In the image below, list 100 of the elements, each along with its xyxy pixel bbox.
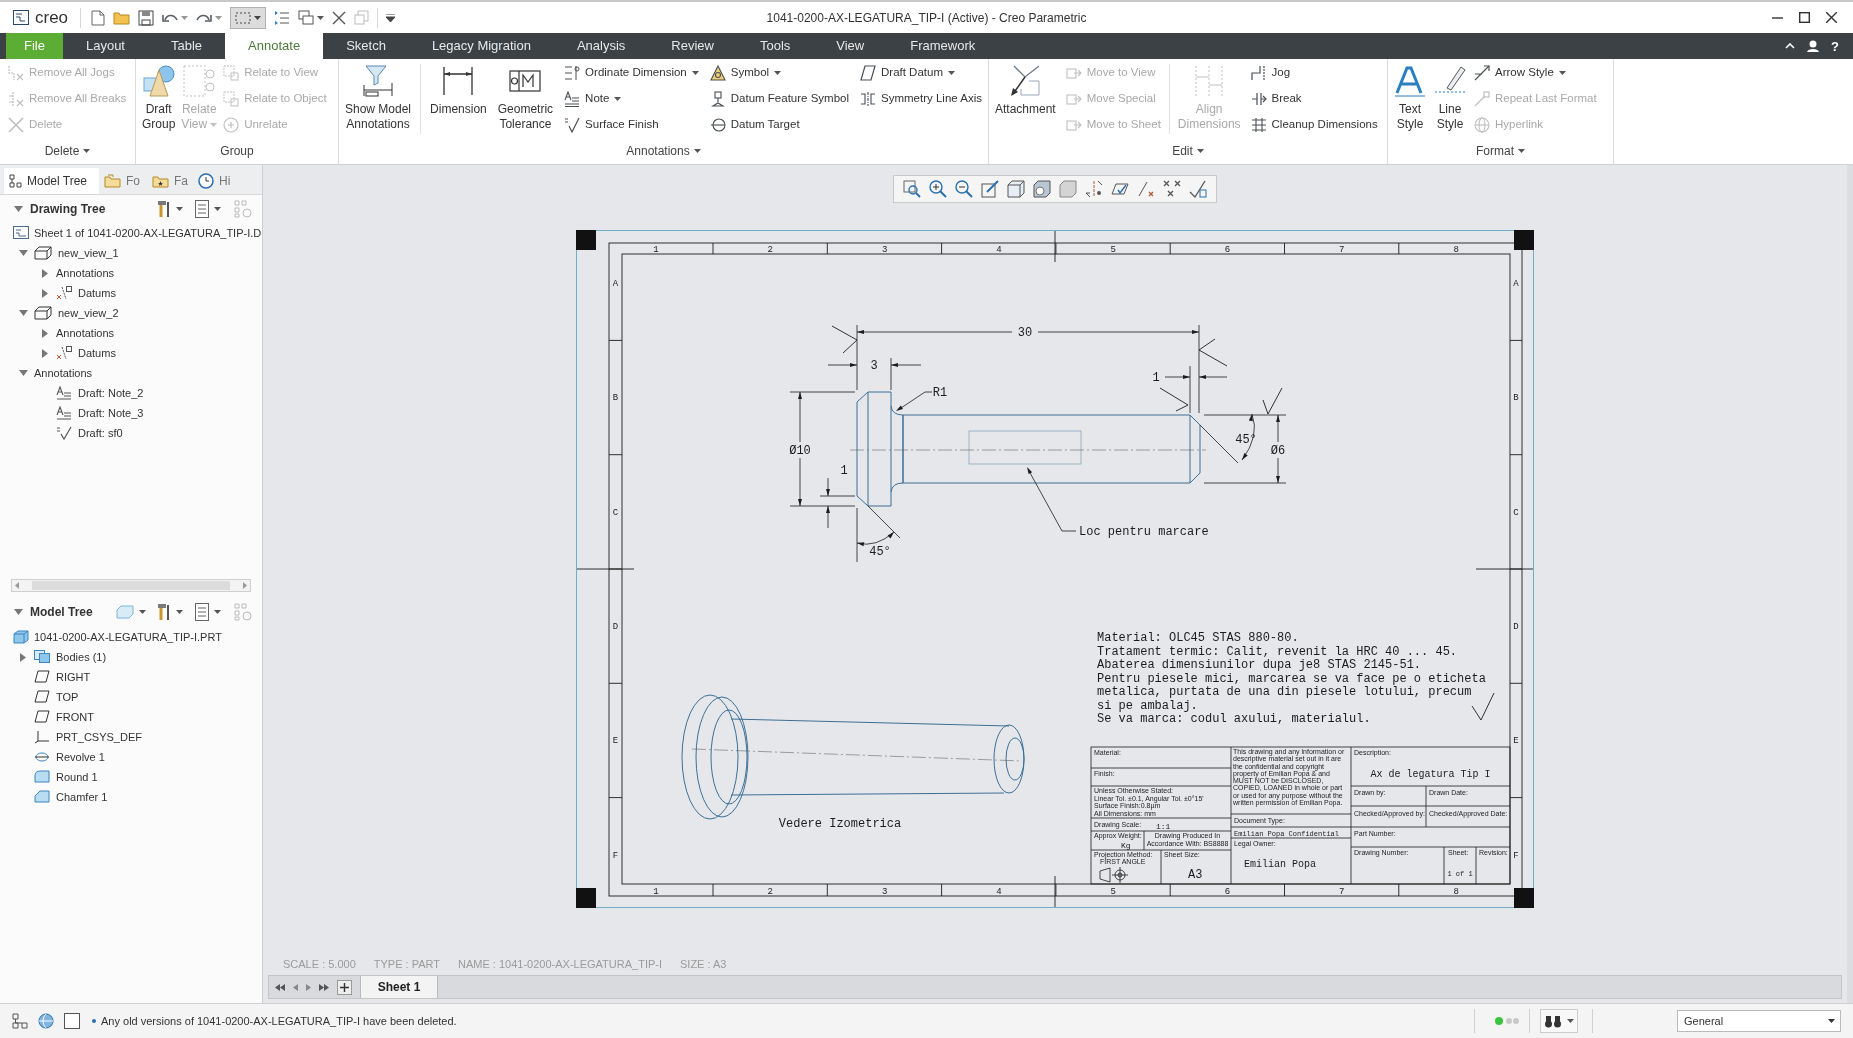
ribbon-button[interactable]: Datum Target	[707, 112, 851, 138]
ribbon-tab[interactable]: View	[813, 33, 888, 59]
open-folder-icon[interactable]	[113, 10, 131, 25]
tree-item[interactable]: Datums	[78, 284, 116, 302]
previous-sheet-icon[interactable]	[293, 983, 298, 991]
help-button[interactable]: ?	[1831, 39, 1839, 53]
ribbon-button[interactable]: Dimension	[428, 60, 489, 139]
customize-caret-icon[interactable]	[386, 13, 396, 22]
caret-down-icon[interactable]	[18, 250, 28, 256]
group-menu-button[interactable]: Annotations	[626, 142, 701, 160]
ribbon-button[interactable]: Text Style	[1392, 60, 1428, 139]
selection-filter[interactable]: General	[1677, 1010, 1841, 1032]
next-sheet-icon[interactable]	[306, 983, 311, 991]
zoom-in-icon[interactable]	[929, 180, 947, 198]
ribbon-button[interactable]: Ordinate Dimension	[562, 60, 701, 86]
ribbon-button[interactable]: Cleanup Dimensions	[1248, 112, 1380, 138]
ribbon-tab[interactable]: Tools	[736, 33, 814, 59]
collapse-ribbon-icon[interactable]	[1785, 43, 1796, 49]
windows-icon[interactable]	[298, 10, 315, 25]
tree-layout-icon[interactable]	[12, 1013, 28, 1029]
ribbon-button[interactable]: Arrow Style	[1472, 60, 1599, 86]
save-icon[interactable]	[138, 9, 155, 26]
navigator-tab[interactable]: Hi	[193, 168, 239, 194]
axis-points-icon[interactable]	[1085, 180, 1103, 198]
scroll-right-icon[interactable]	[243, 582, 247, 589]
new-file-icon[interactable]	[91, 9, 106, 26]
list-arrows-icon[interactable]	[274, 9, 291, 26]
ribbon-button[interactable]: Show Model Annotations	[343, 60, 414, 139]
first-sheet-icon[interactable]	[275, 983, 285, 991]
crosses-icon[interactable]	[1163, 180, 1181, 198]
caret-down-icon[interactable]	[14, 609, 23, 615]
ribbon-tab[interactable]: Framework	[887, 33, 999, 59]
caret-down-icon[interactable]	[18, 370, 28, 376]
tree-item[interactable]: RIGHT	[56, 668, 91, 686]
group-menu-button[interactable]: Delete	[44, 142, 91, 160]
close-icon[interactable]	[1826, 12, 1837, 23]
group-menu-button[interactable]: Edit	[1172, 142, 1204, 160]
ribbon-button[interactable]: Geometric Tolerance	[495, 60, 556, 139]
ribbon-button[interactable]: Attachment	[993, 60, 1058, 139]
ribbon-button[interactable]: Line Style	[1432, 60, 1468, 139]
caret-right-icon[interactable]	[42, 268, 48, 278]
hammer-icon[interactable]	[157, 603, 171, 621]
ribbon-tab[interactable]: Table	[148, 33, 226, 59]
navigator-tab[interactable]: Fa	[147, 168, 193, 194]
tree-item[interactable]: Annotations	[34, 364, 93, 382]
tree-item[interactable]: Draft: sf0	[78, 424, 123, 442]
tree-item[interactable]: 1041-0200-AX-LEGATURA_TIP-I.PRT	[34, 628, 222, 646]
minimize-icon[interactable]	[1772, 16, 1783, 19]
ribbon-button[interactable]: Break	[1248, 86, 1380, 112]
scroll-left-icon[interactable]	[15, 582, 19, 589]
ribbon-button[interactable]: Draft Datum	[858, 60, 984, 86]
list-icon[interactable]	[195, 200, 209, 218]
add-sheet-icon[interactable]	[340, 982, 349, 992]
tree-item[interactable]: Round 1	[56, 768, 98, 786]
tree-item[interactable]: TOP	[56, 688, 79, 706]
tree-item[interactable]: Bodies (1)	[56, 648, 107, 666]
select-box-button[interactable]	[230, 6, 267, 29]
tree-item[interactable]: Sheet 1 of 1041-0200-AX-LEGATURA_TIP-I.D	[34, 224, 262, 242]
ribbon-tab[interactable]: Analysis	[553, 33, 649, 59]
tree-item[interactable]: Chamfer 1	[56, 788, 108, 806]
ribbon-button[interactable]: Surface Finish	[562, 112, 701, 138]
list-icon[interactable]	[195, 603, 209, 621]
hammer-icon[interactable]	[157, 200, 171, 218]
close-window-icon[interactable]	[332, 10, 347, 25]
group-menu-button[interactable]: Format	[1476, 142, 1525, 160]
tree-item[interactable]: Draft: Note_2	[78, 384, 144, 402]
plane-check-icon[interactable]	[1111, 180, 1129, 198]
ribbon-button[interactable]: Jog	[1248, 60, 1380, 86]
navigator-tab[interactable]: Fo	[99, 168, 147, 194]
browser-globe-icon[interactable]	[38, 1013, 54, 1029]
shaded-cube-icon[interactable]	[1033, 180, 1051, 198]
caret-down-icon[interactable]	[18, 310, 28, 316]
caret-down-icon[interactable]	[14, 206, 23, 212]
ribbon-tab[interactable]: Annotate	[225, 33, 324, 59]
cube-icon[interactable]	[1007, 180, 1025, 198]
line-x-icon[interactable]	[1137, 180, 1155, 198]
caret-right-icon[interactable]	[20, 652, 26, 662]
tree-item[interactable]: Draft: Note_3	[78, 404, 144, 422]
tree-item[interactable]: Revolve 1	[56, 748, 105, 766]
tree-item[interactable]: new_view_1	[58, 244, 119, 262]
horizontal-scrollbar[interactable]	[11, 579, 251, 592]
check-square-icon[interactable]	[1189, 180, 1207, 198]
window-icon[interactable]	[64, 1013, 80, 1029]
ribbon-button[interactable]: Draft Group	[140, 60, 178, 139]
tree-item[interactable]: new_view_2	[58, 304, 119, 322]
maximize-icon[interactable]	[1799, 12, 1810, 23]
ribbon-tab[interactable]: Sketch	[323, 33, 409, 59]
tree-item[interactable]: Annotations	[56, 264, 115, 282]
tree-item[interactable]: FRONT	[56, 708, 94, 726]
caret-right-icon[interactable]	[42, 288, 48, 298]
ribbon-tab[interactable]: Layout	[62, 33, 148, 59]
last-sheet-icon[interactable]	[319, 983, 329, 991]
sheet-tab[interactable]: Sheet 1	[360, 976, 438, 998]
ribbon-tab[interactable]: Legacy Migration	[408, 33, 554, 59]
caret-right-icon[interactable]	[42, 348, 48, 358]
zoom-fit-icon[interactable]	[903, 180, 921, 198]
tree-item[interactable]: Annotations	[56, 324, 115, 342]
ribbon-button[interactable]: Symmetry Line Axis	[858, 86, 984, 112]
user-icon[interactable]	[1807, 40, 1820, 52]
navigator-tab[interactable]: Model Tree	[4, 168, 99, 194]
